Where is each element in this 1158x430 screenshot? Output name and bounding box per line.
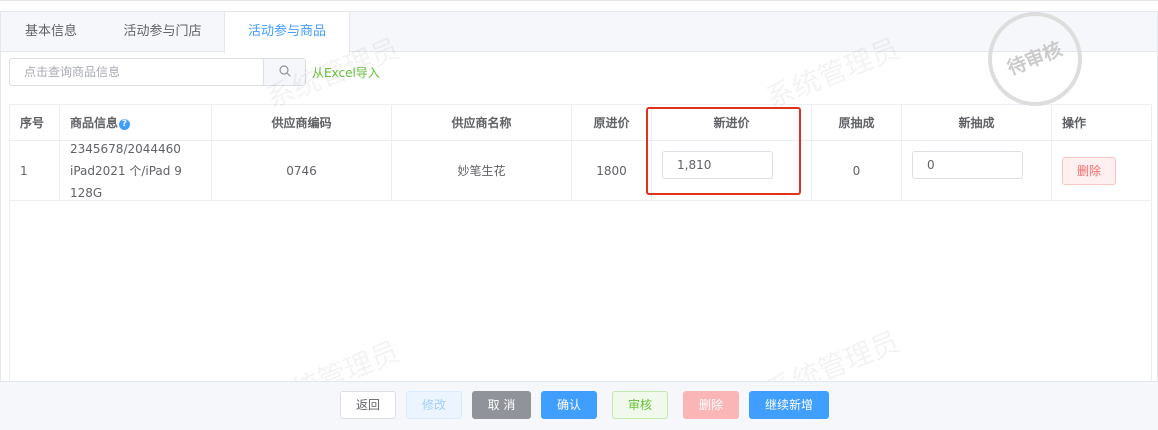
tab-participating-stores[interactable]: 活动参与门店 (101, 12, 224, 52)
back-button[interactable]: 返回 (340, 391, 396, 419)
search-button[interactable] (263, 59, 305, 85)
pending-review-stamp: 待审核 (988, 12, 1082, 106)
cell-orig-price: 1800 (572, 141, 652, 201)
header-action: 操作 (1052, 105, 1151, 141)
header-product-info: 商品信息? (60, 105, 212, 141)
header-new-price: 新进价 (652, 105, 812, 141)
cell-index: 1 (10, 141, 60, 201)
header-new-commission: 新抽成 (902, 105, 1052, 141)
cell-new-price (652, 141, 812, 201)
audit-button[interactable]: 审核 (612, 391, 668, 419)
header-orig-commission: 原抽成 (812, 105, 902, 141)
new-price-input[interactable] (662, 151, 773, 179)
header-orig-price: 原进价 (572, 105, 652, 141)
delete-button[interactable]: 删除 (683, 391, 739, 419)
tab-participating-products[interactable]: 活动参与商品 (224, 12, 350, 53)
help-icon[interactable]: ? (119, 119, 131, 130)
cell-action: 删除 (1052, 141, 1151, 201)
product-table: 序号 商品信息? 供应商编码 供应商名称 原进价 新进价 原抽成 新抽成 操作 … (9, 104, 1152, 382)
continue-add-button[interactable]: 继续新增 (749, 391, 829, 419)
main-panel: 基本信息 活动参与门店 活动参与商品 从Excel导入 序号 商品信息? 供应商… (0, 11, 1158, 382)
product-search (9, 58, 306, 86)
header-supplier-name: 供应商名称 (392, 105, 572, 141)
header-index: 序号 (10, 105, 60, 141)
header-product-info-label: 商品信息 (70, 116, 119, 130)
excel-import-link[interactable]: 从Excel导入 (312, 64, 380, 81)
new-commission-input[interactable] (912, 151, 1023, 179)
cell-supplier-name: 妙笔生花 (392, 141, 572, 201)
product-codes: 2345678/2044460 (70, 141, 181, 156)
cancel-button[interactable]: 取 消 (472, 391, 531, 419)
edit-button[interactable]: 修改 (406, 391, 462, 419)
cell-new-commission (902, 141, 1052, 201)
row-delete-button[interactable]: 删除 (1062, 157, 1116, 185)
product-name: iPad2021 个/iPad 9 128G (70, 163, 182, 200)
cell-product-info: 2345678/2044460 iPad2021 个/iPad 9 128G (60, 141, 212, 201)
cell-orig-commission: 0 (812, 141, 902, 201)
top-divider (0, 0, 1158, 1)
header-supplier-code: 供应商编码 (212, 105, 392, 141)
footer-action-bar: 返回 修改 取 消 确认 审核 删除 继续新增 (0, 381, 1158, 430)
cell-supplier-code: 0746 (212, 141, 392, 201)
search-icon (279, 65, 291, 77)
tab-basic-info[interactable]: 基本信息 (1, 12, 101, 52)
search-input[interactable] (10, 59, 263, 85)
confirm-button[interactable]: 确认 (541, 391, 597, 419)
